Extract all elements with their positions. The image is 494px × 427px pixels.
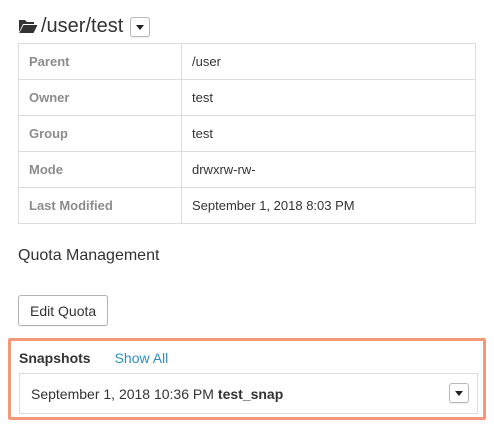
table-row: Group test	[18, 115, 476, 152]
table-row: Owner test	[18, 79, 476, 116]
table-row: Mode drwxrw-rw-	[18, 151, 476, 188]
info-value: September 1, 2018 8:03 PM	[181, 187, 476, 224]
info-value: test	[181, 79, 476, 116]
snapshot-item: September 1, 2018 10:36 PM test_snap	[19, 373, 478, 414]
edit-quota-button[interactable]: Edit Quota	[18, 295, 109, 326]
file-info-table: Parent /user Owner test Group test Mode …	[18, 43, 476, 224]
info-key: Mode	[18, 151, 182, 188]
info-value: test	[181, 115, 476, 152]
info-key: Owner	[18, 79, 182, 116]
info-key: Group	[18, 115, 182, 152]
path-menu-button[interactable]	[130, 17, 151, 37]
chevron-down-icon	[455, 390, 463, 396]
table-row: Parent /user	[18, 43, 476, 80]
snapshots-header: Snapshots Show All	[19, 350, 168, 366]
snapshots-label: Snapshots	[19, 350, 91, 366]
quota-management-heading: Quota Management	[18, 247, 160, 264]
page-title: /user/test	[41, 15, 124, 37]
snapshots-panel: Snapshots Show All September 1, 2018 10:…	[8, 338, 486, 420]
snapshot-date: September 1, 2018 10:36 PM	[31, 385, 214, 402]
info-value: /user	[181, 43, 476, 80]
table-row: Last Modified September 1, 2018 8:03 PM	[18, 187, 476, 224]
info-key: Parent	[18, 43, 182, 80]
snapshot-name: test_snap	[217, 385, 284, 402]
path-header: /user/test	[18, 12, 151, 40]
folder-open-icon	[18, 17, 38, 35]
info-value: drwxrw-rw-	[181, 151, 476, 188]
show-all-link[interactable]: Show All	[115, 350, 169, 366]
snapshot-menu-button[interactable]	[449, 383, 469, 403]
info-key: Last Modified	[18, 187, 182, 224]
chevron-down-icon	[136, 24, 145, 30]
